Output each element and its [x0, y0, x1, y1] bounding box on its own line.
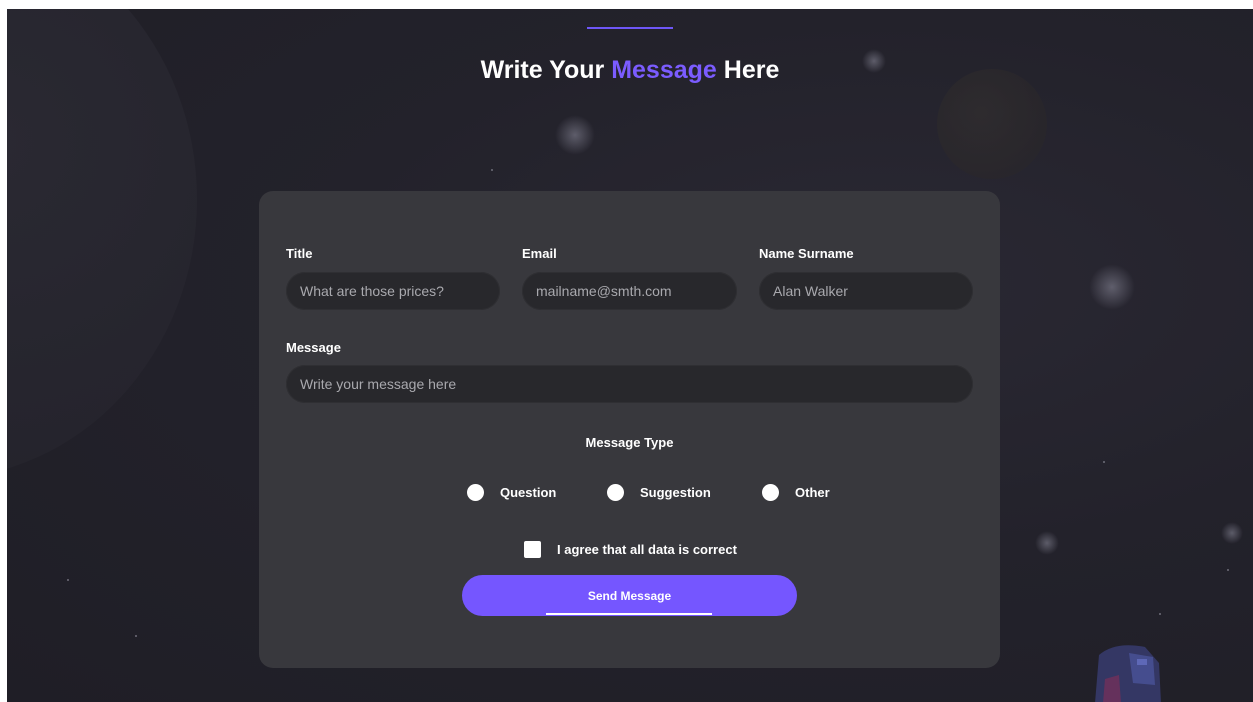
- send-message-button[interactable]: Send Message: [462, 575, 797, 616]
- radio-circle[interactable]: [607, 484, 624, 501]
- star: [491, 169, 493, 171]
- radio-other[interactable]: Other: [762, 484, 830, 501]
- title-label: Title: [286, 246, 313, 261]
- name-label: Name Surname: [759, 246, 854, 261]
- star: [1103, 461, 1105, 463]
- page-title: Write Your Message Here: [7, 56, 1253, 85]
- radio-circle[interactable]: [467, 484, 484, 501]
- star-glow: [1221, 522, 1243, 544]
- message-type-label: Message Type: [585, 435, 674, 450]
- email-input[interactable]: [522, 272, 737, 310]
- radio-question[interactable]: Question: [467, 484, 556, 501]
- star: [1159, 613, 1161, 615]
- radio-question-label: Question: [500, 485, 557, 500]
- radio-suggestion[interactable]: Suggestion: [607, 484, 711, 501]
- star-glow: [555, 115, 595, 155]
- heading-underline: [587, 27, 673, 29]
- page-title-accent: Message: [611, 56, 717, 84]
- message-type-radio-group: Question Suggestion Other: [259, 484, 1000, 504]
- page-title-prefix: Write Your: [480, 56, 612, 84]
- send-message-label: Send Message: [587, 588, 672, 603]
- star-glow: [1089, 264, 1135, 310]
- astronaut-illustration: [1095, 645, 1161, 702]
- moon-decoration: [937, 69, 1047, 179]
- star: [135, 635, 137, 637]
- message-label: Message: [286, 340, 341, 355]
- page-title-suffix: Here: [716, 56, 780, 84]
- title-input[interactable]: [286, 272, 500, 310]
- star-glow: [1035, 531, 1059, 555]
- radio-circle[interactable]: [762, 484, 779, 501]
- radio-other-label: Other: [795, 485, 830, 500]
- page-background: Write Your Message Here Title Email Name…: [7, 9, 1253, 702]
- button-underline: [546, 613, 712, 615]
- agree-checkbox[interactable]: [524, 541, 541, 558]
- star: [1227, 569, 1229, 571]
- email-label: Email: [522, 246, 557, 261]
- star: [67, 579, 69, 581]
- agree-checkbox-row[interactable]: I agree that all data is correct: [524, 541, 737, 558]
- name-input[interactable]: [759, 272, 973, 310]
- radio-suggestion-label: Suggestion: [640, 485, 711, 500]
- agree-checkbox-label: I agree that all data is correct: [557, 542, 737, 557]
- contact-form-card: Title Email Name Surname Message Message…: [259, 191, 1000, 668]
- message-input[interactable]: [286, 365, 973, 403]
